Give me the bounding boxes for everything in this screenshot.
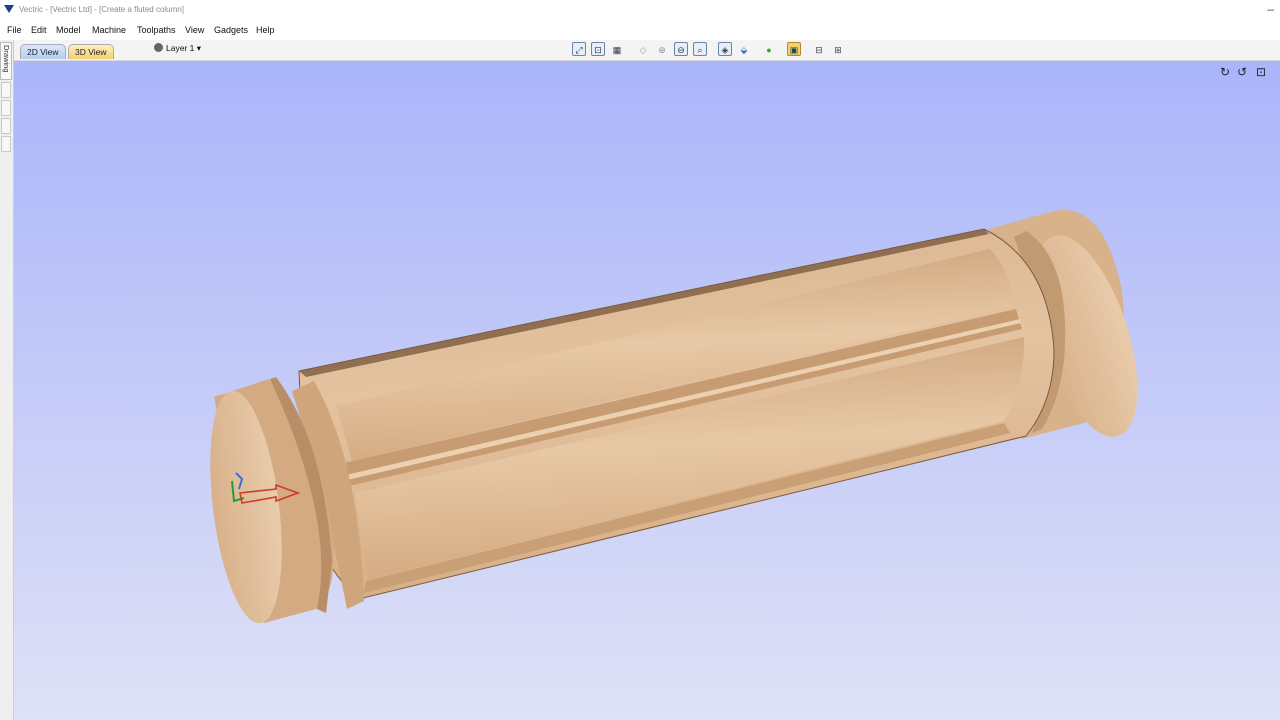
drawing-tab[interactable]: Drawing (0, 42, 12, 80)
menu-help[interactable]: Help (256, 25, 275, 35)
material-icon[interactable]: ▣ (787, 42, 801, 56)
layer-icon (154, 43, 163, 52)
left-panel-strip: Drawing (0, 40, 14, 720)
3d-viewport[interactable]: ↻ ↺ ⊡ (14, 61, 1280, 720)
menu-machine[interactable]: Machine (92, 25, 126, 35)
tab-3d-view[interactable]: 3D View (68, 44, 114, 59)
minimize-icon[interactable]: – (1267, 2, 1274, 16)
zoom-window-icon[interactable]: ⌕ (693, 42, 707, 56)
menu-edit[interactable]: Edit (31, 25, 47, 35)
panel-slot[interactable] (1, 118, 11, 134)
title-bar: Vectric - [Vectric Ltd] - [Create a flut… (0, 0, 1280, 20)
rotate-view-icon[interactable]: ◈ (718, 42, 732, 56)
window-title: Vectric - [Vectric Ltd] - [Create a flut… (19, 5, 184, 14)
zoom-out-icon[interactable]: ⊖ (674, 42, 688, 56)
menu-gadgets[interactable]: Gadgets (214, 25, 248, 35)
flip-view-icon[interactable]: ⬙ (737, 42, 751, 56)
zoom-fit-icon[interactable]: ⤢ (572, 42, 586, 56)
tab-2d-view[interactable]: 2D View (20, 44, 66, 59)
vectric-logo-icon (4, 5, 14, 13)
view-toolbar: 2D View 3D View Layer 1 ▾ ⤢ ⊡ ▦ ◇ ⊕ ⊖ ⌕ … (14, 40, 1280, 61)
menu-view[interactable]: View (185, 25, 204, 35)
panel-slot[interactable] (1, 100, 11, 116)
zoom-in-icon[interactable]: ⊕ (655, 42, 669, 56)
menu-file[interactable]: File (7, 25, 22, 35)
split-view-icon[interactable]: ⊟ (812, 42, 826, 56)
panel-slot[interactable] (1, 136, 11, 152)
tile-view-icon[interactable]: ⊞ (831, 42, 845, 56)
layer-selector[interactable]: Layer 1 ▾ (154, 43, 201, 54)
grid-icon[interactable]: ▦ (610, 42, 624, 56)
chevron-down-icon: ▾ (194, 43, 201, 53)
menu-bar: File Edit Model Machine Toolpaths View G… (0, 20, 1280, 39)
render-icon[interactable]: ● (762, 42, 776, 56)
panel-slot[interactable] (1, 82, 11, 98)
menu-toolpaths[interactable]: Toolpaths (137, 25, 176, 35)
zoom-box-icon[interactable]: ⊡ (591, 42, 605, 56)
fluted-column-model (210, 210, 1138, 624)
view-iso-icon[interactable]: ◇ (636, 42, 650, 56)
menu-model[interactable]: Model (56, 25, 81, 35)
